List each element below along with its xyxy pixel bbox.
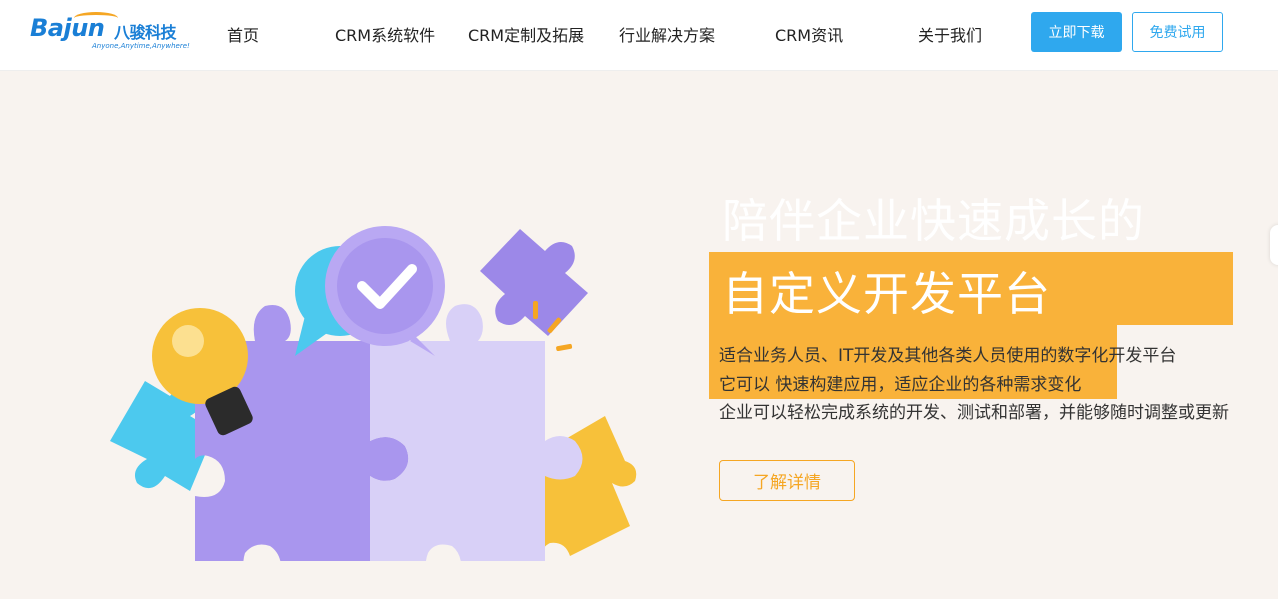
small-purple-puzzle-piece <box>480 229 588 336</box>
check-bubble <box>325 226 445 356</box>
hero-banner: 陪伴企业快速成长的 自定义开发平台 适合业务人员、IT开发及其他各类人员使用的数… <box>0 71 1278 599</box>
hero-headline-line1: 陪伴企业快速成长的 <box>722 194 1145 248</box>
logo-tagline: Anyone,Anytime,Anywhere! <box>92 42 190 50</box>
brand-logo[interactable]: Bajun 八骏科技 Anyone,Anytime,Anywhere! <box>30 12 190 56</box>
hero-headline-line2: 自定义开发平台 <box>722 267 1051 321</box>
nav-item-crm-news[interactable]: CRM资讯 <box>775 22 843 46</box>
puzzle-illustration <box>110 226 637 561</box>
hero-description-line1: 适合业务人员、IT开发及其他各类人员使用的数字化开发平台 <box>719 346 1177 366</box>
nav-item-home[interactable]: 首页 <box>227 22 259 46</box>
nav-item-crm-software[interactable]: CRM系统软件 <box>335 22 435 46</box>
nav-item-about-us[interactable]: 关于我们 <box>918 22 982 46</box>
hero-description-line2: 它可以 快速构建应用，适应企业的各种需求变化 <box>719 375 1082 395</box>
logo-latin: Bajun <box>30 14 105 42</box>
nav-item-industry-solutions[interactable]: 行业解决方案 <box>619 22 715 46</box>
site-header: Bajun 八骏科技 Anyone,Anytime,Anywhere! 首页 C… <box>0 0 1278 71</box>
logo-chinese: 八骏科技 <box>114 23 177 42</box>
nav-item-crm-custom[interactable]: CRM定制及拓展 <box>468 22 584 46</box>
free-trial-button[interactable]: 免费试用 <box>1132 12 1223 52</box>
download-button[interactable]: 立即下载 <box>1031 12 1122 52</box>
side-floating-tab[interactable] <box>1270 225 1278 265</box>
learn-more-button[interactable]: 了解详情 <box>719 460 855 501</box>
hero-description-line3: 企业可以轻松完成系统的开发、测试和部署，并能够随时调整或更新 <box>719 403 1229 423</box>
